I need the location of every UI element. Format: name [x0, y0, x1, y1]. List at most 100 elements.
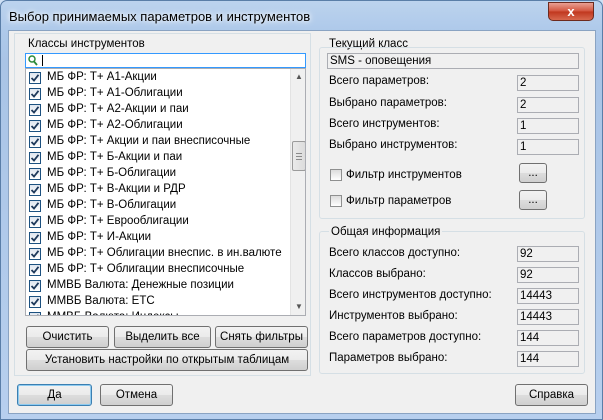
class-checkbox[interactable]: [29, 152, 41, 164]
list-item-label: МБ ФР: Т+ И-Акции: [47, 231, 152, 243]
gi-label: Параметров выбрано:: [329, 352, 448, 364]
parameter-filter-button[interactable]: ...: [519, 190, 547, 210]
class-checkbox[interactable]: [29, 280, 41, 292]
clear-button[interactable]: Очистить: [26, 326, 109, 348]
class-checkbox[interactable]: [29, 168, 41, 180]
list-item-label: МБ ФР: Т+ Еврооблигации: [47, 215, 189, 227]
scrollbar-thumb[interactable]: [292, 141, 305, 171]
instrument-filter-label: Фильтр инструментов: [346, 169, 462, 181]
cc-label: Выбрано параметров:: [329, 97, 447, 109]
apply-open-tables-button[interactable]: Установить настройки по открытым таблица…: [26, 349, 308, 371]
list-item[interactable]: МБ ФР: Т+ А2-Облигации: [26, 118, 290, 134]
gi-label: Классов выбрано:: [329, 268, 426, 280]
class-checkbox[interactable]: [29, 200, 41, 212]
classes-list[interactable]: МБ ФР: Т+ А1-Акции МБ ФР: Т+ А1-Облигации…: [25, 68, 306, 316]
instrument-filter-button[interactable]: ...: [519, 163, 547, 183]
list-item[interactable]: МБ ФР: Т+ Облигации внеспис. в ин.валюте: [26, 246, 290, 262]
title-bar[interactable]: Выбор принимаемых параметров и инструмен…: [1, 1, 602, 31]
cc-label: Выбрано инструментов:: [329, 139, 458, 151]
select-all-button[interactable]: Выделить все: [114, 326, 211, 348]
window-title: Выбор принимаемых параметров и инструмен…: [9, 9, 311, 24]
parameter-filter-label: Фильтр параметров: [346, 195, 452, 207]
list-item[interactable]: ММВБ Валюта: ETC: [26, 294, 290, 310]
checkmark-icon: [30, 266, 40, 274]
list-item[interactable]: ММВБ Валюта: Денежные позиции: [26, 278, 290, 294]
close-icon: x: [567, 4, 575, 19]
gi-label: Всего параметров доступно:: [329, 331, 482, 343]
gi-value: 144: [517, 351, 579, 367]
cancel-button[interactable]: Отмена: [100, 384, 173, 406]
list-item-label: МБ ФР: Т+ Облигации внесписочные: [47, 263, 245, 275]
list-item[interactable]: МБ ФР: Т+ А1-Акции: [26, 70, 290, 86]
class-checkbox[interactable]: [29, 72, 41, 84]
scroll-down-icon[interactable]: ▼: [291, 299, 305, 315]
list-item-label: МБ ФР: Т+ А2-Облигации: [47, 119, 183, 131]
class-checkbox[interactable]: [29, 264, 41, 276]
class-checkbox[interactable]: [29, 296, 41, 308]
list-item-label: МБ ФР: Т+ А1-Акции: [47, 71, 157, 83]
class-checkbox[interactable]: [29, 184, 41, 196]
list-item[interactable]: МБ ФР: Т+ Б-Облигации: [26, 166, 290, 182]
class-checkbox[interactable]: [29, 88, 41, 100]
remove-filters-button[interactable]: Снять фильтры: [215, 326, 308, 348]
checkmark-icon: [30, 138, 40, 146]
parameter-filter-checkbox[interactable]: [330, 195, 342, 207]
list-item-label: ММВБ Валюта: ETC: [47, 295, 155, 307]
class-checkbox[interactable]: [29, 232, 41, 244]
instrument-filter-checkbox[interactable]: [330, 169, 342, 181]
class-checkbox[interactable]: [29, 120, 41, 132]
checkmark-icon: [30, 282, 40, 290]
list-item-label: МБ ФР: Т+ Б-Акции и паи: [47, 151, 183, 163]
list-item[interactable]: МБ ФР: Т+ В-Акции и РДР: [26, 182, 290, 198]
help-button[interactable]: Справка: [515, 384, 588, 406]
ok-button[interactable]: Да: [17, 384, 92, 406]
list-item[interactable]: МБ ФР: Т+ А2-Акции и паи: [26, 102, 290, 118]
list-item[interactable]: МБ ФР: Т+ Акции и паи внесписочные: [26, 134, 290, 150]
general-info-title: Общая информация: [329, 226, 443, 238]
list-item[interactable]: МБ ФР: Т+ И-Акции: [26, 230, 290, 246]
list-item[interactable]: МБ ФР: Т+ А1-Облигации: [26, 86, 290, 102]
cc-label: Всего параметров:: [329, 75, 430, 87]
search-icon: [28, 55, 38, 66]
classes-list-scrollbar[interactable]: ▲ ▼: [290, 69, 305, 315]
gi-value: 144: [517, 330, 579, 346]
checkmark-icon: [30, 122, 40, 130]
gi-label: Инструментов выбрано:: [329, 310, 458, 322]
class-checkbox[interactable]: [29, 216, 41, 228]
checkmark-icon: [30, 90, 40, 98]
class-checkbox[interactable]: [29, 312, 41, 315]
list-item-label: МБ ФР: Т+ В-Облигации: [47, 199, 177, 211]
list-item[interactable]: МБ ФР: Т+ Облигации внесписочные: [26, 262, 290, 278]
list-item[interactable]: ММВБ Валюта: Индексы: [26, 310, 290, 315]
list-item[interactable]: МБ ФР: Т+ Еврооблигации: [26, 214, 290, 230]
checkmark-icon: [30, 218, 40, 226]
classes-panel-title: Классы инструментов: [28, 38, 145, 50]
list-item-label: МБ ФР: Т+ А1-Облигации: [47, 87, 183, 99]
checkmark-icon: [30, 186, 40, 194]
cc-value: 2: [517, 75, 579, 91]
dialog-window: Выбор принимаемых параметров и инструмен…: [0, 0, 603, 420]
checkmark-icon: [30, 106, 40, 114]
scroll-up-icon[interactable]: ▲: [291, 69, 305, 85]
classes-search-input[interactable]: [25, 53, 306, 68]
list-item-label: МБ ФР: Т+ Акции и паи внесписочные: [47, 135, 251, 147]
checkmark-icon: [30, 154, 40, 162]
list-item-label: ММВБ Валюта: Денежные позиции: [47, 279, 234, 291]
gi-value: 14443: [517, 288, 579, 304]
list-item-label: МБ ФР: Т+ Облигации внеспис. в ин.валюте: [47, 247, 282, 259]
checkmark-icon: [30, 298, 40, 306]
list-item[interactable]: МБ ФР: Т+ В-Облигации: [26, 198, 290, 214]
checkmark-icon: [30, 250, 40, 258]
list-item[interactable]: МБ ФР: Т+ Б-Акции и паи: [26, 150, 290, 166]
grip-line: [296, 156, 302, 157]
gi-value: 14443: [517, 309, 579, 325]
list-item-label: МБ ФР: Т+ В-Акции и РДР: [47, 183, 186, 195]
list-item-label: ММВБ Валюта: Индексы: [47, 311, 179, 315]
cc-value: 2: [517, 97, 579, 113]
close-button[interactable]: x: [548, 2, 594, 21]
current-class-name: SMS - оповещения: [327, 53, 579, 69]
class-checkbox[interactable]: [29, 248, 41, 260]
class-checkbox[interactable]: [29, 136, 41, 148]
list-item-label: МБ ФР: Т+ А2-Акции и паи: [47, 103, 189, 115]
class-checkbox[interactable]: [29, 104, 41, 116]
